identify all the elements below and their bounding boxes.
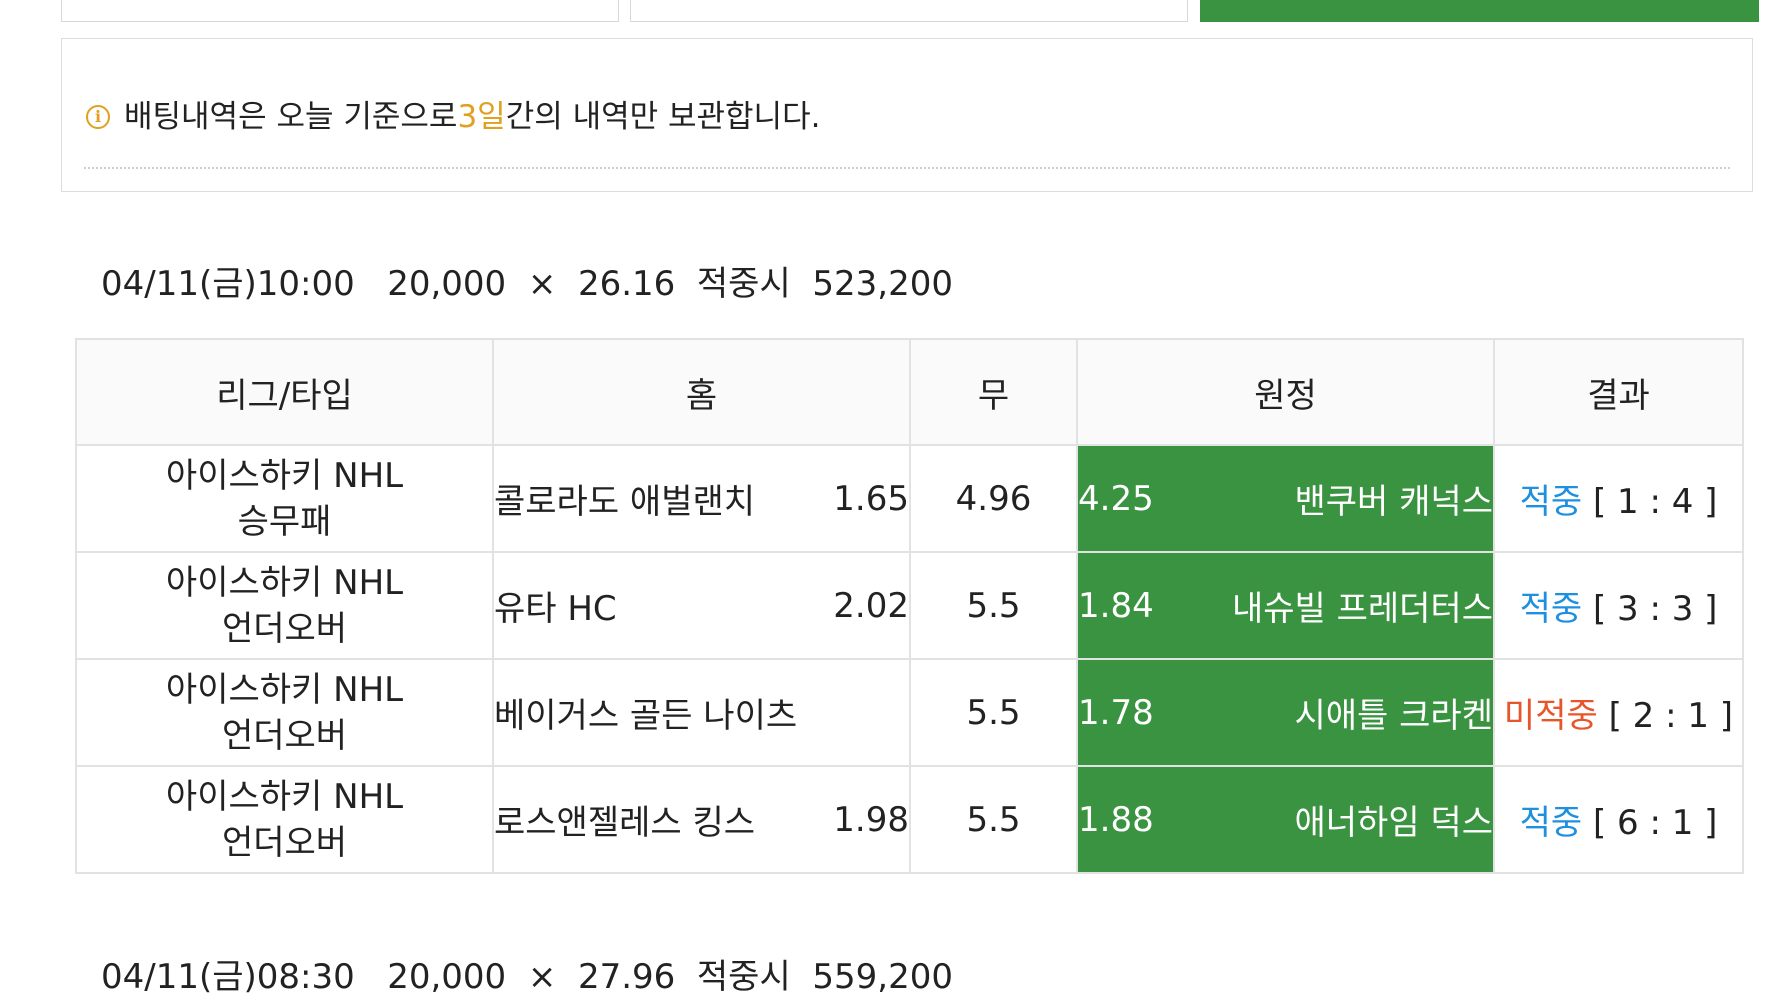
notice-highlight: 3일 <box>457 99 506 135</box>
league-cell: 아이스하키 NHL 언더오버 <box>75 765 494 874</box>
home-cell[interactable]: 유타 HC 2.02 <box>492 551 911 660</box>
col-header-away: 원정 <box>1076 338 1495 446</box>
notice-text-before: 배팅내역은 오늘 기준으로 <box>124 99 458 135</box>
bet-odds: 27.96 <box>577 957 676 997</box>
notice-text: i 배팅내역은 오늘 기준으로 3일 간의 내역만 보관합니다. <box>86 97 820 137</box>
col-header-result: 결과 <box>1493 338 1744 446</box>
bet-win-label: 적중시 <box>696 264 791 304</box>
league-cell: 아이스하키 NHL 언더오버 <box>75 551 494 660</box>
bet-stake: 20,000 <box>387 957 507 997</box>
result-status: 적중 <box>1519 803 1583 843</box>
away-team: 내슈빌 프레더터스 <box>1231 589 1493 629</box>
bet-win-label: 적중시 <box>696 957 791 997</box>
table-row: 아이스하키 NHL 승무패 콜로라도 애벌랜치 1.65 4.96 4.25 밴쿠버 … <box>75 444 1744 553</box>
league-cell: 아이스하키 NHL 승무패 <box>75 444 494 553</box>
result-score: [ 1 : 4 ] <box>1592 482 1718 522</box>
away-cell-selected[interactable]: 1.88 애너하임 덕스 <box>1076 765 1495 874</box>
home-team: 로스앤젤레스 킹스 <box>494 803 756 843</box>
result-score: [ 2 : 1 ] <box>1608 696 1734 736</box>
bet-payout: 559,200 <box>812 957 953 997</box>
away-cell-selected[interactable]: 1.84 내슈빌 프레더터스 <box>1076 551 1495 660</box>
result-status: 적중 <box>1519 589 1583 629</box>
table-row: 아이스하키 NHL 언더오버 유타 HC 2.02 5.5 1.84 내슈빌 프레더터… <box>75 551 1744 660</box>
away-team: 시애틀 크라켄 <box>1294 696 1494 736</box>
table-header-row: 리그/타입 홈 무 원정 결과 <box>75 338 1744 446</box>
league-name: 아이스하키 NHL <box>165 776 404 817</box>
away-cell-selected[interactable]: 4.25 밴쿠버 캐넉스 <box>1076 444 1495 553</box>
result-score: [ 6 : 1 ] <box>1592 803 1718 843</box>
col-header-home: 홈 <box>492 338 911 446</box>
draw-cell[interactable]: 5.5 <box>909 765 1078 874</box>
away-odds: 1.84 <box>1078 585 1154 626</box>
table-row: 아이스하키 NHL 언더오버 로스앤젤레스 킹스 1.98 5.5 1.88 애너하임… <box>75 765 1744 874</box>
result-cell: 적중 [ 3 : 3 ] <box>1493 551 1744 660</box>
bet-type: 언더오버 <box>221 715 348 756</box>
bet-odds: 26.16 <box>577 264 676 304</box>
home-odds: 2.02 <box>833 585 909 626</box>
bet-type: 승무패 <box>237 501 332 542</box>
home-odds: 1.65 <box>833 478 909 519</box>
away-odds: 4.25 <box>1078 478 1154 519</box>
info-icon: i <box>86 105 110 129</box>
result-cell: 적중 [ 6 : 1 ] <box>1493 765 1744 874</box>
date-end-field[interactable] <box>630 0 1188 22</box>
home-team: 유타 HC <box>494 589 617 629</box>
away-team: 애너하임 덕스 <box>1294 803 1494 843</box>
table-row: 아이스하키 NHL 언더오버 베이거스 골든 나이츠 5.5 1.78 시애틀 크라… <box>75 658 1744 767</box>
result-status: 미적중 <box>1503 696 1598 736</box>
col-header-league: 리그/타입 <box>75 338 494 446</box>
divider <box>84 167 1730 169</box>
result-score: [ 3 : 3 ] <box>1592 589 1718 629</box>
home-cell[interactable]: 콜로라도 애벌랜치 1.65 <box>492 444 911 553</box>
result-cell: 적중 [ 1 : 4 ] <box>1493 444 1744 553</box>
bet-summary: 04/11(금)08:30 20,000 × 27.96 적중시 559,200 <box>101 957 953 997</box>
bet-datetime: 04/11(금)08:30 <box>101 957 355 997</box>
draw-cell[interactable]: 5.5 <box>909 551 1078 660</box>
bet-stake: 20,000 <box>387 264 507 304</box>
draw-cell[interactable]: 4.96 <box>909 444 1078 553</box>
away-team: 밴쿠버 캐넉스 <box>1294 482 1494 522</box>
bet-type: 언더오버 <box>221 822 348 863</box>
home-team: 콜로라도 애벌랜치 <box>494 482 756 522</box>
home-cell[interactable]: 베이거스 골든 나이츠 <box>492 658 911 767</box>
col-header-draw: 무 <box>909 338 1078 446</box>
home-cell[interactable]: 로스앤젤레스 킹스 1.98 <box>492 765 911 874</box>
bet-datetime: 04/11(금)10:00 <box>101 264 355 304</box>
away-odds: 1.88 <box>1078 799 1154 840</box>
bet-type: 언더오버 <box>221 608 348 649</box>
bet-summary: 04/11(금)10:00 20,000 × 26.16 적중시 523,200 <box>101 264 953 304</box>
notice-box: i 배팅내역은 오늘 기준으로 3일 간의 내역만 보관합니다. <box>61 38 1753 192</box>
draw-cell[interactable]: 5.5 <box>909 658 1078 767</box>
notice-text-after: 간의 내역만 보관합니다. <box>505 99 821 135</box>
home-team: 베이거스 골든 나이츠 <box>494 696 798 736</box>
league-cell: 아이스하키 NHL 언더오버 <box>75 658 494 767</box>
away-odds: 1.78 <box>1078 692 1154 733</box>
league-name: 아이스하키 NHL <box>165 669 404 710</box>
home-odds: 1.98 <box>833 799 909 840</box>
times-sign: × <box>527 957 557 997</box>
result-status: 적중 <box>1519 482 1583 522</box>
times-sign: × <box>527 264 557 304</box>
result-cell: 미적중 [ 2 : 1 ] <box>1493 658 1744 767</box>
league-name: 아이스하키 NHL <box>165 455 404 496</box>
top-form-row <box>0 0 1784 22</box>
league-name: 아이스하키 NHL <box>165 562 404 603</box>
search-button[interactable] <box>1200 0 1759 22</box>
bet-payout: 523,200 <box>812 264 953 304</box>
date-start-field[interactable] <box>61 0 619 22</box>
away-cell-selected[interactable]: 1.78 시애틀 크라켄 <box>1076 658 1495 767</box>
bet-table: 리그/타입 홈 무 원정 결과 아이스하키 NHL 승무패 콜로라도 애벌랜치 1.… <box>75 338 1744 874</box>
